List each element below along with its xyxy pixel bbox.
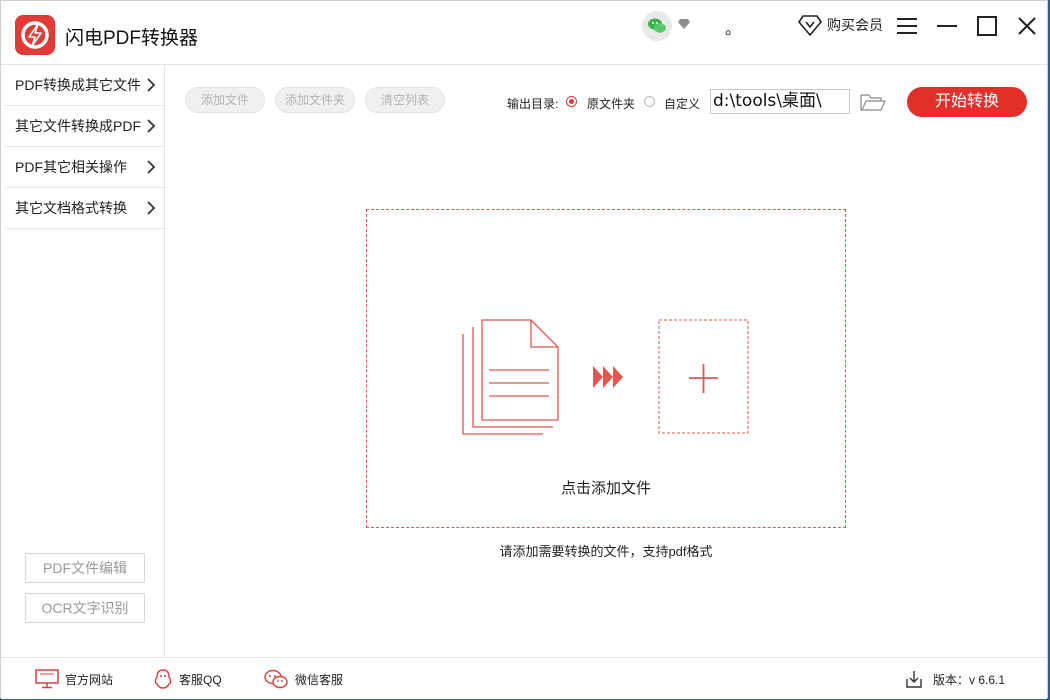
sidebar-item-label: 其它文件转换成PDF [15,118,141,134]
chevron-right-icon [147,119,156,133]
sidebar-item-label: PDF其它相关操作 [15,159,127,175]
menu-icon[interactable] [894,13,920,39]
add-file-button[interactable]: 添加文件 [185,87,265,113]
start-convert-button[interactable]: 开始转换 [907,87,1027,117]
wechat-service-label: 微信客服 [295,672,344,687]
website-link[interactable]: 官方网站 [35,668,113,690]
add-folder-button[interactable]: 添加文件夹 [275,87,355,113]
output-path-field[interactable]: d:\tools\桌面\ [710,89,850,114]
sidebar-item-label: PDF转换成其它文件 [15,77,141,93]
title-dot: 。 [725,21,742,38]
chevron-right-icon [147,201,156,215]
sidebar: PDF转换成其它文件 其它文件转换成PDF PDF其它相关操作 其它文档格式转换… [5,65,165,657]
document-stack-icon [462,319,559,435]
qq-icon [154,669,172,689]
file-drop-zone[interactable]: 点击添加文件 [366,209,846,528]
sidebar-item-pdf-operations[interactable]: PDF其它相关操作 [5,147,164,188]
folder-open-icon[interactable] [859,91,887,113]
close-icon[interactable] [1014,13,1040,39]
radio-custom-folder[interactable] [644,96,655,107]
qq-service-label: 客服QQ [179,672,222,687]
minimize-icon[interactable] [934,13,960,39]
maximize-icon[interactable] [974,13,1000,39]
download-icon[interactable] [905,669,923,689]
version-info: 版本：v 6.6.1 [905,668,1005,690]
app-title: 闪电PDF转换器 [65,28,199,49]
sidebar-item-label: 其它文档格式转换 [15,200,127,216]
plus-icon [689,364,718,393]
sidebar-item-other-to-pdf[interactable]: 其它文件转换成PDF [5,106,164,147]
fast-forward-icon [593,366,623,388]
clear-list-button[interactable]: 清空列表 [365,87,445,113]
app-window: 闪电PDF转换器 。 购买会员 PDF转换成其它文件 其它文件转换成PDF PD… [0,0,1048,699]
radio-original-folder-label[interactable]: 原文件夹 [587,95,635,112]
wechat-service-icon [264,669,288,689]
diamond-icon [798,15,822,36]
buy-vip-button[interactable]: 购买会员 [797,13,883,37]
chevron-right-icon [147,160,156,174]
version-label: 版本：v 6.6.1 [933,672,1006,687]
title-bar: 闪电PDF转换器 。 购买会员 [1,1,1047,65]
footer: 官方网站 客服QQ 微信客服 版本：v 6.6.1 [1,657,1047,699]
radio-custom-folder-label[interactable]: 自定义 [664,95,700,112]
drop-hint: 请添加需要转换的文件，支持pdf格式 [499,544,713,559]
output-dir-label: 输出目录: [507,97,559,111]
pdf-edit-button[interactable]: PDF文件编辑 [25,553,145,583]
ocr-button[interactable]: OCR文字识别 [25,593,145,623]
app-logo-icon [15,15,55,55]
add-file-label: 点击添加文件 [560,480,651,497]
buy-vip-label: 购买会员 [827,17,883,33]
sidebar-item-doc-format[interactable]: 其它文档格式转换 [5,188,164,229]
qq-service-link[interactable]: 客服QQ [153,668,222,690]
website-label: 官方网站 [65,672,114,687]
diamond-icon[interactable] [677,17,691,31]
radio-original-folder[interactable] [566,96,577,107]
monitor-icon [35,669,59,689]
chevron-right-icon [147,78,156,92]
wechat-service-link[interactable]: 微信客服 [263,668,343,690]
wechat-icon[interactable] [642,11,672,41]
sidebar-item-pdf-to-other[interactable]: PDF转换成其它文件 [5,65,164,106]
